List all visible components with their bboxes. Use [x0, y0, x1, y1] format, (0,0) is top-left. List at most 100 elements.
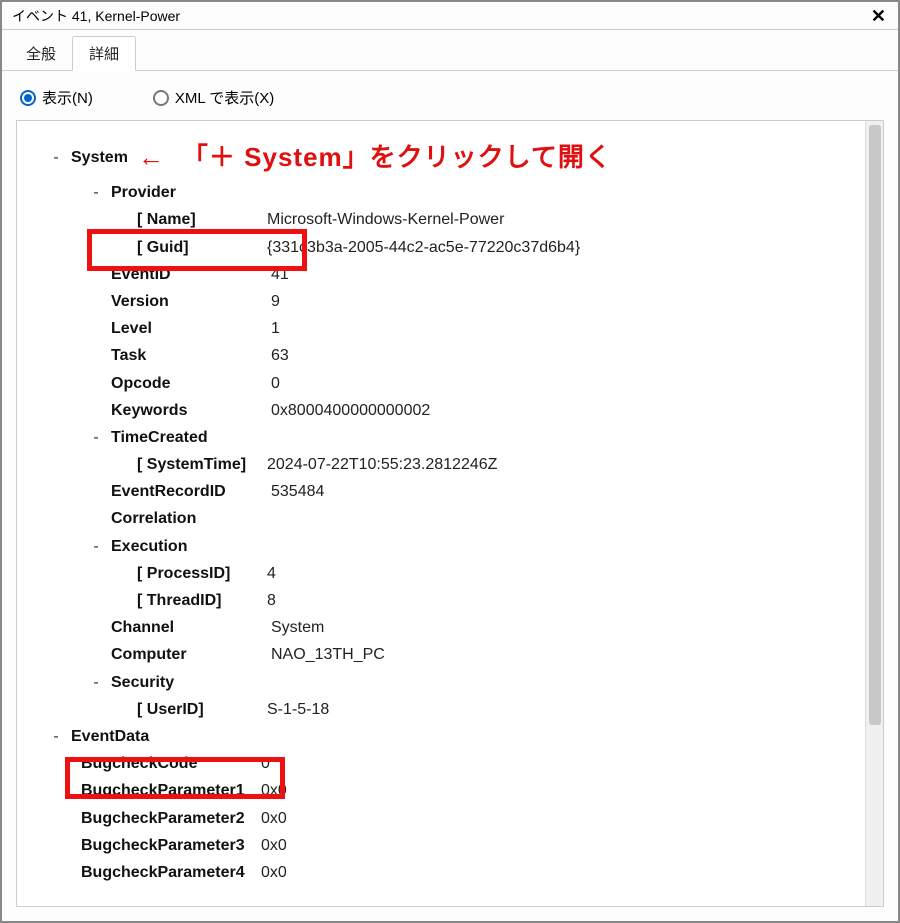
details-pane: 表示(N) XML で表示(X) - System ← 「＋ System」をク… — [2, 71, 898, 921]
radio-xml-view[interactable]: XML で表示(X) — [153, 87, 274, 108]
version-key: Version — [111, 288, 271, 315]
dialog-window: イベント 41, Kernel-Power ✕ 全般 詳細 表示(N) XML … — [0, 0, 900, 923]
level-val: 1 — [271, 315, 280, 342]
radio-friendly-view[interactable]: 表示(N) — [20, 87, 93, 108]
collapse-icon[interactable]: - — [41, 144, 71, 171]
bugcheckparam3-key: BugcheckParameter3 — [81, 832, 261, 859]
tree-node-timecreated[interactable]: - TimeCreated — [27, 424, 855, 451]
recordid-key: EventRecordID — [111, 478, 271, 505]
system-label: System — [71, 144, 128, 171]
task-val: 63 — [271, 342, 289, 369]
tree-node-system[interactable]: - System ← 「＋ System」をクリックして開く — [27, 135, 855, 179]
bugcheckparam1-key: BugcheckParameter1 — [81, 777, 261, 804]
bugcheckcode-key: BugcheckCode — [81, 750, 261, 777]
provider-name-row: [ Name] Microsoft-Windows-Kernel-Power — [27, 206, 855, 233]
keywords-val: 0x8000400000000002 — [271, 397, 430, 424]
version-val: 9 — [271, 288, 280, 315]
view-mode-radios: 表示(N) XML で表示(X) — [16, 83, 884, 120]
tab-general[interactable]: 全般 — [10, 37, 72, 70]
computer-key: Computer — [111, 641, 271, 668]
annotation-arrow-icon: ← — [128, 135, 182, 179]
tree-node-provider[interactable]: - Provider — [27, 179, 855, 206]
level-row: Level 1 — [27, 315, 855, 342]
bugcheckparam4-key: BugcheckParameter4 — [81, 859, 261, 886]
provider-name-key: [ Name] — [137, 206, 267, 233]
task-row: Task 63 — [27, 342, 855, 369]
correlation-key: Correlation — [111, 505, 271, 532]
correlation-row: Correlation — [27, 505, 855, 532]
version-row: Version 9 — [27, 288, 855, 315]
threadid-row: [ ThreadID] 8 — [27, 587, 855, 614]
processid-key: [ ProcessID] — [137, 560, 267, 587]
collapse-icon[interactable]: - — [41, 723, 71, 750]
close-icon[interactable]: ✕ — [865, 7, 892, 25]
level-key: Level — [111, 315, 271, 342]
vertical-scrollbar[interactable] — [865, 121, 883, 906]
provider-guid-val: {331c3b3a-2005-44c2-ac5e-77220c37d6b4} — [267, 234, 580, 261]
keywords-row: Keywords 0x8000400000000002 — [27, 397, 855, 424]
recordid-val: 535484 — [271, 478, 324, 505]
threadid-val: 8 — [267, 587, 276, 614]
tab-details[interactable]: 詳細 — [72, 36, 136, 71]
computer-row: Computer NAO_13TH_PC — [27, 641, 855, 668]
collapse-icon[interactable]: - — [81, 669, 111, 696]
provider-guid-row: [ Guid] {331c3b3a-2005-44c2-ac5e-77220c3… — [27, 234, 855, 261]
opcode-key: Opcode — [111, 370, 271, 397]
bugcheckparam1-val: 0x0 — [261, 777, 287, 804]
systemtime-row: [ SystemTime] 2024-07-22T10:55:23.281224… — [27, 451, 855, 478]
provider-label: Provider — [111, 179, 271, 206]
collapse-icon[interactable]: - — [81, 179, 111, 206]
systemtime-val: 2024-07-22T10:55:23.2812246Z — [267, 451, 497, 478]
tree-node-eventdata[interactable]: - EventData — [27, 723, 855, 750]
radio-xml-label: XML で表示(X) — [175, 87, 274, 108]
event-tree: - System ← 「＋ System」をクリックして開く - Provide… — [17, 121, 865, 906]
radio-unchecked-icon — [153, 90, 169, 106]
task-key: Task — [111, 342, 271, 369]
tree-node-execution[interactable]: - Execution — [27, 533, 855, 560]
annotation-text: 「＋ System」をクリックして開く — [182, 135, 612, 179]
channel-row: Channel System — [27, 614, 855, 641]
bugcheckparam1-row: BugcheckParameter1 0x0 — [27, 777, 855, 804]
window-title: イベント 41, Kernel-Power — [12, 6, 180, 26]
eventid-row: EventID 41 — [27, 261, 855, 288]
processid-val: 4 — [267, 560, 276, 587]
bugcheckparam2-row: BugcheckParameter2 0x0 — [27, 805, 855, 832]
eventdata-label: EventData — [71, 723, 231, 750]
processid-row: [ ProcessID] 4 — [27, 560, 855, 587]
provider-name-val: Microsoft-Windows-Kernel-Power — [267, 206, 504, 233]
bugcheckparam3-val: 0x0 — [261, 832, 287, 859]
bugcheckcode-val: 0 — [261, 750, 270, 777]
recordid-row: EventRecordID 535484 — [27, 478, 855, 505]
bugcheckparam4-row: BugcheckParameter4 0x0 — [27, 859, 855, 886]
collapse-icon[interactable]: - — [81, 533, 111, 560]
opcode-row: Opcode 0 — [27, 370, 855, 397]
bugcheckparam4-val: 0x0 — [261, 859, 287, 886]
eventid-val: 41 — [271, 261, 289, 288]
userid-key: [ UserID] — [137, 696, 267, 723]
threadid-key: [ ThreadID] — [137, 587, 267, 614]
opcode-val: 0 — [271, 370, 280, 397]
userid-row: [ UserID] S-1-5-18 — [27, 696, 855, 723]
bugcheckcode-row: BugcheckCode 0 — [27, 750, 855, 777]
radio-checked-icon — [20, 90, 36, 106]
titlebar: イベント 41, Kernel-Power ✕ — [2, 2, 898, 30]
systemtime-key: [ SystemTime] — [137, 451, 267, 478]
event-content: - System ← 「＋ System」をクリックして開く - Provide… — [16, 120, 884, 907]
bugcheckparam2-val: 0x0 — [261, 805, 287, 832]
channel-key: Channel — [111, 614, 271, 641]
tree-node-security[interactable]: - Security — [27, 669, 855, 696]
scrollbar-thumb[interactable] — [869, 125, 881, 725]
eventid-key: EventID — [111, 261, 271, 288]
tab-strip: 全般 詳細 — [2, 30, 898, 71]
timecreated-label: TimeCreated — [111, 424, 271, 451]
channel-val: System — [271, 614, 324, 641]
radio-friendly-label: 表示(N) — [42, 87, 93, 108]
bugcheckparam2-key: BugcheckParameter2 — [81, 805, 261, 832]
computer-val: NAO_13TH_PC — [271, 641, 385, 668]
execution-label: Execution — [111, 533, 271, 560]
userid-val: S-1-5-18 — [267, 696, 329, 723]
provider-guid-key: [ Guid] — [137, 234, 267, 261]
collapse-icon[interactable]: - — [81, 424, 111, 451]
keywords-key: Keywords — [111, 397, 271, 424]
bugcheckparam3-row: BugcheckParameter3 0x0 — [27, 832, 855, 859]
